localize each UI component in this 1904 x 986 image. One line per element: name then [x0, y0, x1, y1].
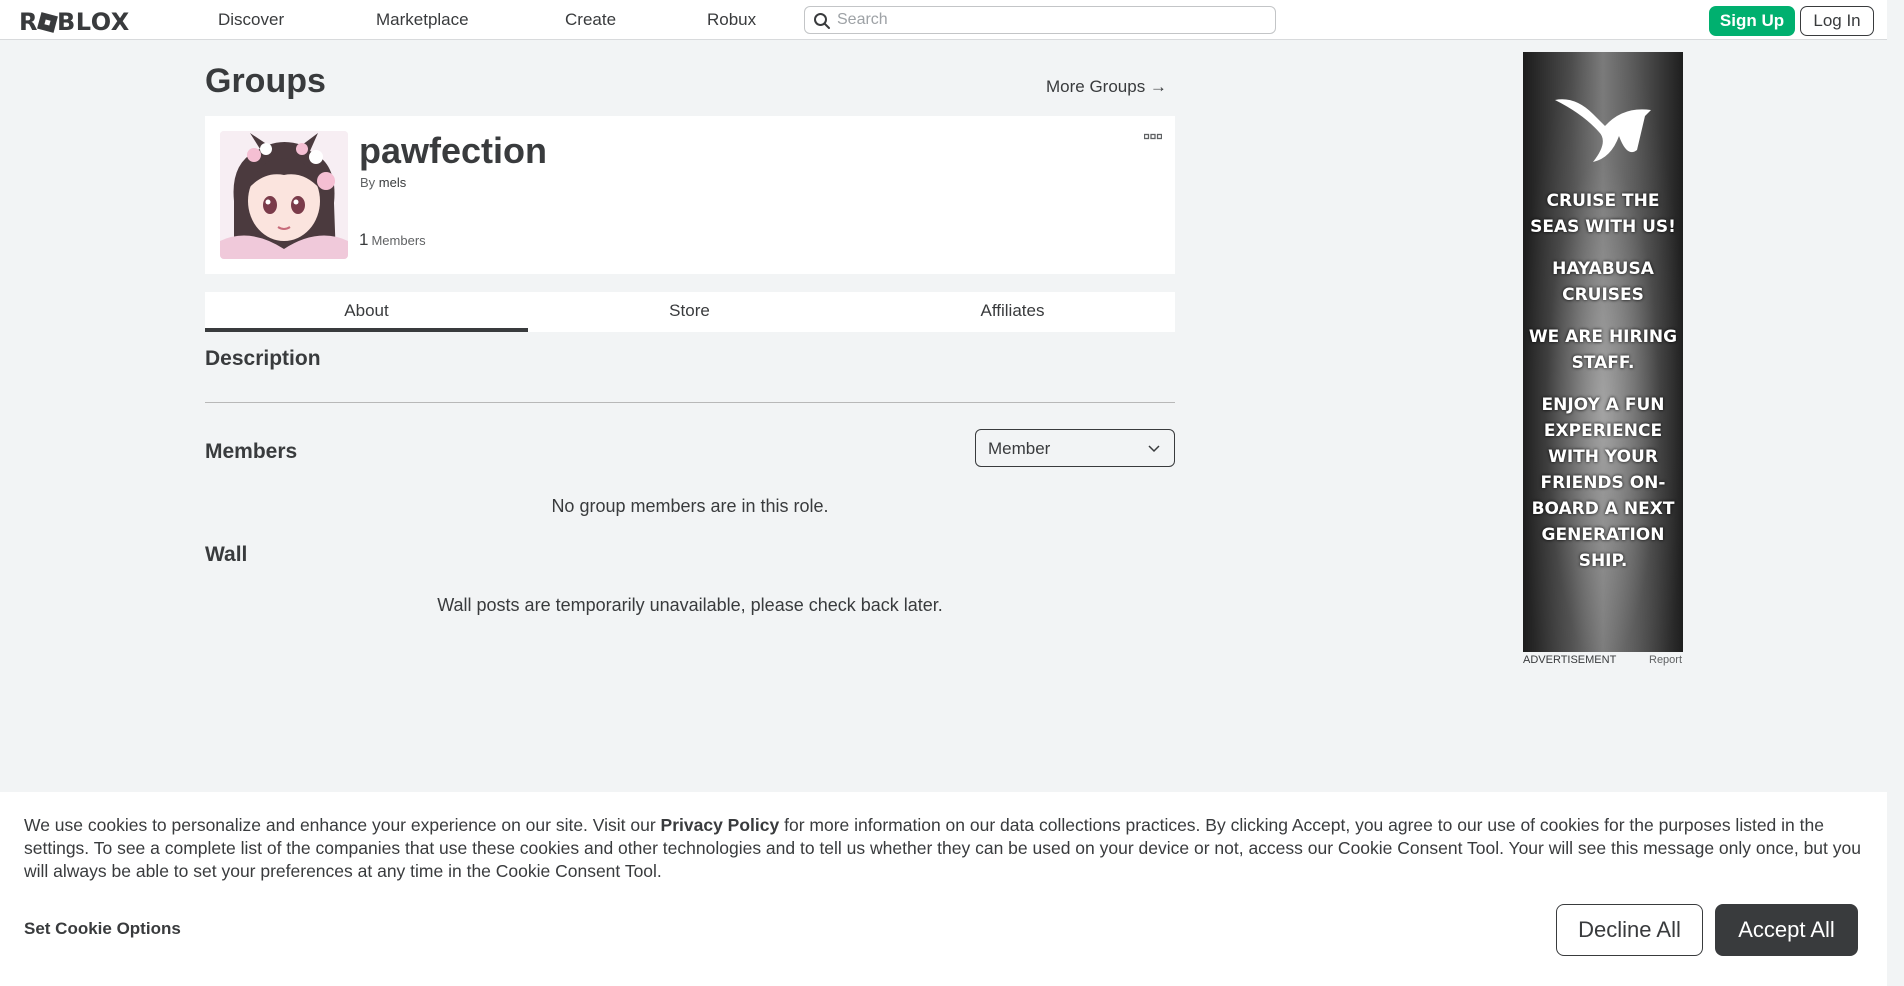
by-prefix: By — [360, 175, 376, 190]
role-dropdown[interactable]: Member — [975, 429, 1175, 467]
nav-robux[interactable]: Robux — [707, 10, 756, 30]
advertisement-label: ADVERTISEMENT — [1523, 654, 1617, 666]
set-cookie-options-link[interactable]: Set Cookie Options — [24, 919, 181, 939]
log-in-button[interactable]: Log In — [1800, 6, 1874, 36]
sign-up-button[interactable]: Sign Up — [1709, 6, 1795, 36]
ad-line-1: CRUISE THE SEAS WITH US! — [1530, 191, 1676, 237]
group-owner-line: By mels — [360, 175, 406, 190]
decline-all-button[interactable]: Decline All — [1556, 904, 1703, 956]
group-tabs: About Store Affiliates — [205, 292, 1175, 332]
group-name: pawfection — [359, 130, 548, 171]
member-count-label: Members — [371, 233, 426, 248]
top-nav-bar: R BLOX Discover Marketplace Create Robux … — [0, 0, 1887, 40]
nav-create[interactable]: Create — [565, 10, 616, 30]
ad-line-3: WE ARE HIRING STAFF. — [1528, 327, 1678, 373]
more-groups-link[interactable]: More Groups → — [1046, 77, 1167, 97]
ad-line-2: HAYABUSA CRUISES — [1552, 259, 1654, 305]
wall-heading: Wall — [205, 543, 248, 566]
ad-line-4: ENJOY A FUN EXPERIENCE WITH YOUR FRIENDS… — [1531, 395, 1675, 571]
members-heading: Members — [205, 440, 298, 463]
advertisement-banner[interactable]: CRUISE THE SEAS WITH US! HAYABUSA CRUISE… — [1523, 52, 1683, 652]
cookie-message: We use cookies to personalize and enhanc… — [24, 814, 1874, 883]
bird-icon — [1555, 99, 1651, 162]
nav-discover[interactable]: Discover — [218, 10, 284, 30]
tab-about[interactable]: About — [205, 292, 528, 332]
role-dropdown-value: Member — [988, 439, 1051, 458]
description-heading: Description — [205, 347, 321, 370]
member-count-value: 1 — [359, 230, 369, 249]
tab-affiliates[interactable]: Affiliates — [851, 292, 1174, 332]
cookie-consent-banner: We use cookies to personalize and enhanc… — [0, 792, 1887, 986]
ad-text: CRUISE THE SEAS WITH US! HAYABUSA CRUISE… — [1523, 188, 1683, 590]
page-title: Groups — [205, 62, 326, 100]
group-emblem-art — [220, 131, 348, 259]
report-ad-link[interactable]: Report — [1649, 654, 1682, 666]
search-box[interactable] — [804, 6, 1276, 34]
group-emblem-image — [220, 131, 348, 259]
group-header-card: pawfection By mels 1 Members — [205, 116, 1175, 274]
members-empty-message: No group members are in this role. — [551, 496, 829, 516]
nav-marketplace[interactable]: Marketplace — [376, 10, 469, 30]
roblox-logo[interactable]: R BLOX — [19, 8, 130, 36]
chevron-down-icon — [1148, 445, 1160, 453]
accept-all-button[interactable]: Accept All — [1715, 904, 1858, 956]
search-icon — [814, 13, 830, 29]
cookie-text-before: We use cookies to personalize and enhanc… — [24, 815, 661, 835]
member-count: 1 Members — [359, 230, 426, 250]
section-divider — [205, 402, 1175, 403]
search-input[interactable] — [837, 10, 1267, 30]
owner-link[interactable]: mels — [379, 175, 406, 190]
logo-square-icon — [37, 12, 58, 33]
more-options-icon[interactable] — [1144, 133, 1162, 141]
privacy-policy-link[interactable]: Privacy Policy — [661, 815, 780, 835]
wall-unavailable-message: Wall posts are temporarily unavailable, … — [437, 595, 943, 615]
tab-store[interactable]: Store — [528, 292, 851, 332]
